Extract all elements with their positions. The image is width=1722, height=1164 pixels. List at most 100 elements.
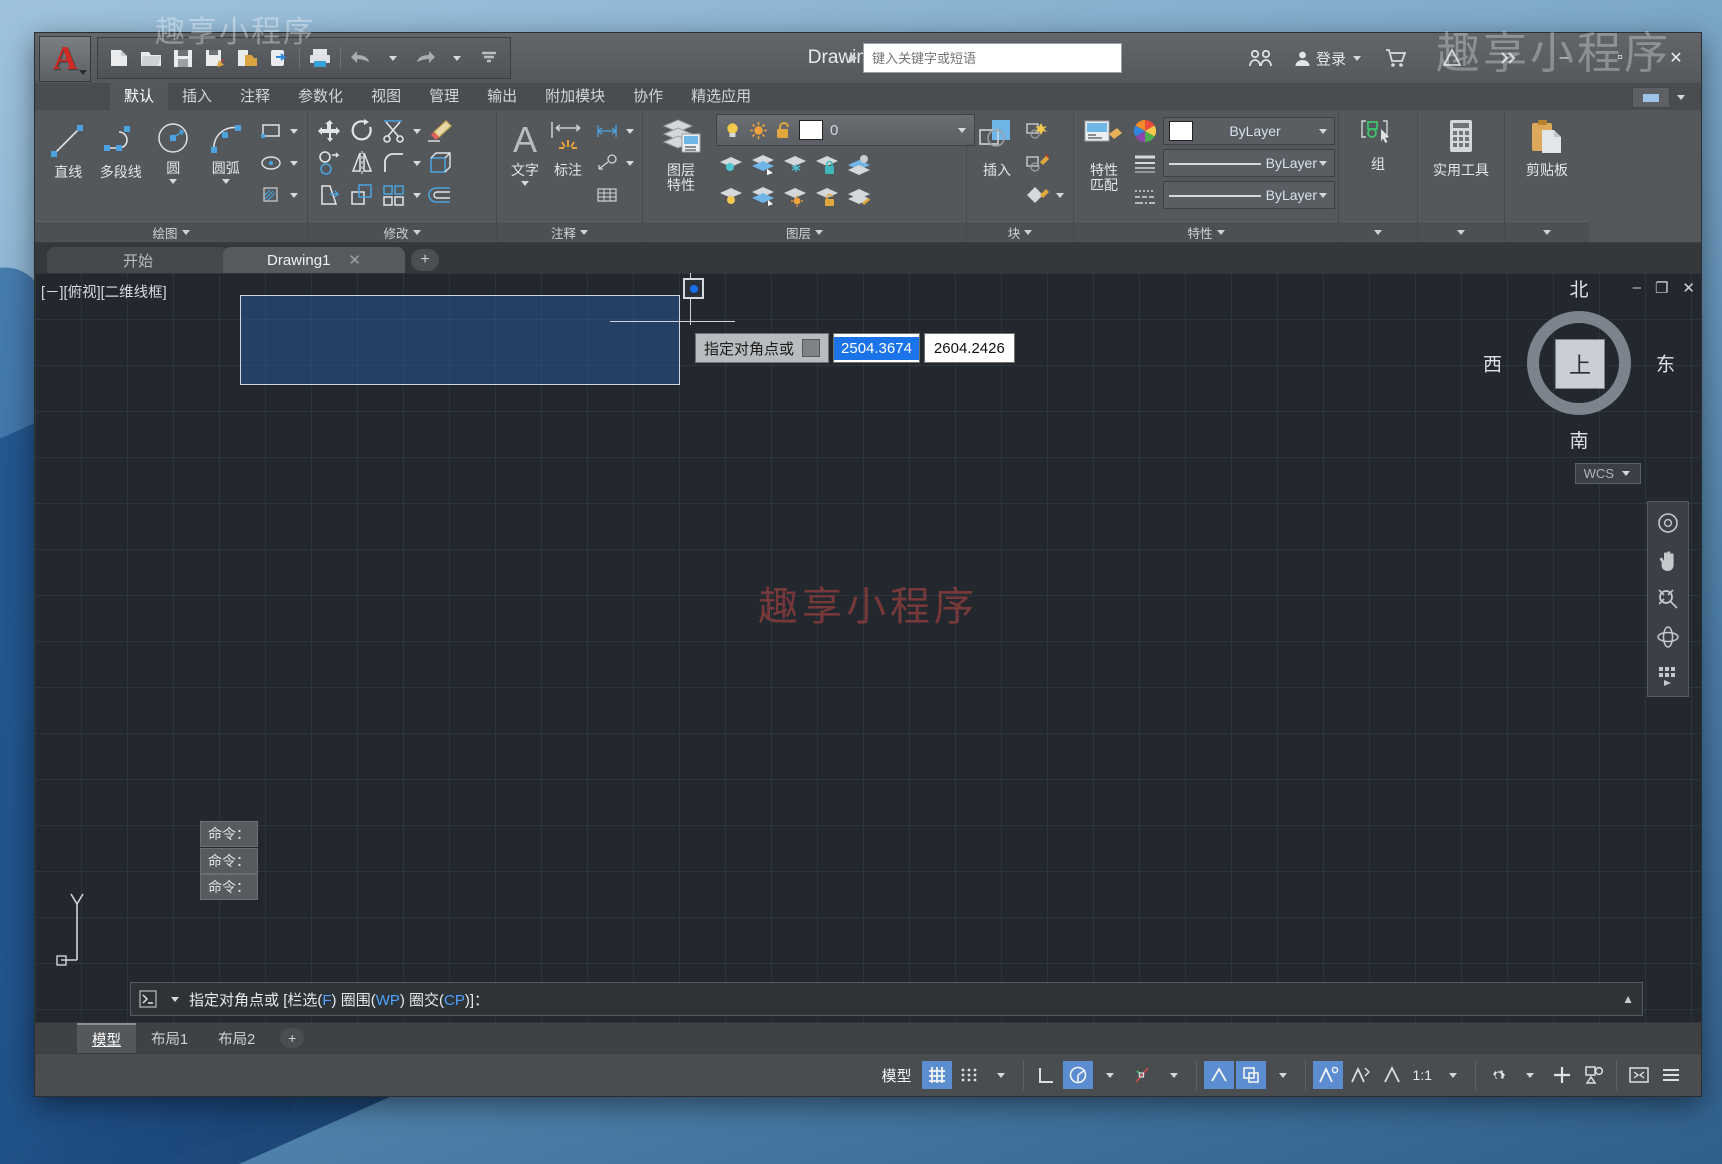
move-icon[interactable]: [315, 116, 345, 146]
layer-make-current-icon[interactable]: [844, 150, 874, 180]
undo-icon[interactable]: [346, 43, 376, 73]
steering-wheel-icon[interactable]: [1652, 508, 1684, 538]
new-file-icon[interactable]: [104, 43, 134, 73]
annotation-dimension-button[interactable]: 标注: [546, 116, 590, 178]
offset-icon[interactable]: [425, 180, 455, 210]
ribbon-tab-insert[interactable]: 插入: [168, 82, 226, 110]
more-icon[interactable]: [1485, 34, 1531, 82]
chevron-down-icon[interactable]: [412, 229, 421, 235]
ribbon-tab-featured-apps[interactable]: 精选应用: [677, 82, 765, 110]
annotation-panel-title-row[interactable]: 注释: [497, 221, 642, 242]
chevron-down-icon[interactable]: [1159, 1061, 1189, 1089]
chevron-down-icon[interactable]: [1319, 160, 1327, 166]
scale-icon[interactable]: [347, 180, 377, 210]
property-lineweight-dropdown[interactable]: ByLayer: [1163, 149, 1335, 177]
grid-icon[interactable]: [921, 1061, 952, 1089]
chevron-down-icon[interactable]: [1319, 192, 1327, 198]
layer-freeze-icon[interactable]: [780, 150, 810, 180]
layer-off-icon[interactable]: [716, 150, 746, 180]
chevron-down-icon[interactable]: [626, 160, 634, 166]
viewport-label[interactable]: [－][俯视][二维线框]: [41, 281, 167, 302]
ribbon-tab-manage[interactable]: 管理: [415, 82, 473, 110]
ribbon-tab-annotate[interactable]: 注释: [226, 82, 284, 110]
command-option-1-key[interactable]: F: [322, 992, 331, 1009]
maximize-button[interactable]: ▫: [1597, 34, 1643, 82]
trim-icon[interactable]: [379, 116, 409, 146]
properties-panel-title-row[interactable]: 特性: [1074, 221, 1338, 242]
drawing-canvas[interactable]: [－][俯视][二维线框] – ❐ ✕ 指定对角点或 2504.3674 260…: [35, 273, 1701, 1022]
orbit-icon[interactable]: [1652, 622, 1684, 652]
extrude-icon[interactable]: [425, 148, 455, 178]
command-option-2[interactable]: 圈围(: [341, 992, 376, 1009]
mirror-icon[interactable]: [347, 148, 377, 178]
array-icon[interactable]: [379, 180, 409, 210]
save-icon[interactable]: [168, 43, 198, 73]
ribbon-tab-home[interactable]: 默认: [110, 82, 169, 110]
modify-panel-title-row[interactable]: 修改: [308, 221, 496, 242]
ribbon-tab-parametric[interactable]: 参数化: [284, 82, 357, 110]
ribbon-tab-output[interactable]: 输出: [473, 82, 531, 110]
chevron-down-icon[interactable]: [521, 180, 529, 186]
gear-icon[interactable]: [1483, 1061, 1513, 1089]
chevron-down-icon[interactable]: [1216, 229, 1225, 235]
file-tab-start[interactable]: 开始: [47, 247, 229, 273]
viewport-minimize-button[interactable]: –: [1633, 279, 1641, 297]
view-cube-north-label[interactable]: 北: [1569, 275, 1588, 302]
chevron-down-icon[interactable]: [290, 192, 298, 198]
clipboard-button[interactable]: 剪贴板: [1512, 116, 1582, 178]
command-option-2-key[interactable]: WP: [376, 992, 400, 1009]
chevron-down-icon[interactable]: [290, 160, 298, 166]
chevron-down-icon[interactable]: [1268, 1061, 1298, 1089]
redo-icon[interactable]: [410, 43, 440, 73]
chevron-down-icon[interactable]: [1024, 229, 1033, 235]
command-option-3-key[interactable]: CP: [444, 992, 465, 1009]
view-cube-east-label[interactable]: 东: [1656, 350, 1675, 377]
command-option-3[interactable]: 圈交(: [409, 992, 444, 1009]
cloud-open-icon[interactable]: [264, 43, 294, 73]
chevron-down-icon[interactable]: [1543, 229, 1551, 235]
chevron-down-icon[interactable]: [1438, 1061, 1468, 1089]
draw-arc-button[interactable]: 圆弧: [200, 116, 253, 184]
lineweight-icon[interactable]: [1130, 149, 1160, 179]
command-prompt-icon[interactable]: [139, 990, 161, 1008]
chevron-down-icon[interactable]: [1457, 229, 1465, 235]
cart-icon[interactable]: [1373, 34, 1419, 82]
ribbon-tab-view[interactable]: 视图: [357, 82, 415, 110]
printer-icon[interactable]: [305, 43, 335, 73]
group-button[interactable]: 组: [1350, 116, 1406, 172]
color-wheel-icon[interactable]: [1130, 116, 1160, 146]
unlock-icon[interactable]: [775, 121, 792, 140]
application-menu-button[interactable]: A: [39, 36, 91, 82]
layer-on-icon[interactable]: [716, 182, 746, 212]
chevron-down-icon[interactable]: [1353, 55, 1361, 61]
ribbon-tab-addins[interactable]: 附加模块: [531, 82, 619, 110]
layer-selector[interactable]: 0: [716, 114, 975, 146]
dynamic-input-y-field[interactable]: 2604.2426: [923, 333, 1015, 363]
plus-icon[interactable]: [1547, 1061, 1577, 1089]
utilities-button[interactable]: 实用工具: [1425, 116, 1497, 178]
file-tab-drawing1[interactable]: Drawing1 ✕: [223, 247, 405, 273]
layer-properties-button[interactable]: 图层 特性: [650, 114, 712, 193]
utilities-panel-title-row[interactable]: [1418, 221, 1504, 242]
rectangle-icon[interactable]: [256, 116, 286, 146]
share-icon[interactable]: [1238, 34, 1284, 82]
search-expand-icon[interactable]: [850, 53, 857, 63]
minimize-button[interactable]: –: [1541, 34, 1587, 82]
new-file-tab-button[interactable]: +: [411, 249, 439, 271]
chevron-down-icon[interactable]: [290, 128, 298, 134]
sign-in-button[interactable]: 登录: [1294, 48, 1363, 69]
hatch-icon[interactable]: [256, 180, 286, 210]
ortho-icon[interactable]: [1031, 1061, 1061, 1089]
layer-thaw-icon[interactable]: [780, 182, 810, 212]
copy-icon[interactable]: [315, 148, 345, 178]
osnap-icon[interactable]: [1235, 1061, 1266, 1089]
layer-match-icon[interactable]: [844, 182, 874, 212]
draw-line-button[interactable]: 直线: [42, 116, 95, 180]
dynamic-input-options-icon[interactable]: [802, 339, 821, 357]
anno-autoscale-icon[interactable]: [1345, 1061, 1375, 1089]
chevron-down-icon[interactable]: [1095, 1061, 1125, 1089]
fillet-icon[interactable]: [379, 148, 409, 178]
ucs-selector[interactable]: WCS: [1574, 463, 1641, 484]
chevron-down-icon[interactable]: [1677, 95, 1685, 100]
chevron-down-icon[interactable]: [1622, 471, 1630, 476]
